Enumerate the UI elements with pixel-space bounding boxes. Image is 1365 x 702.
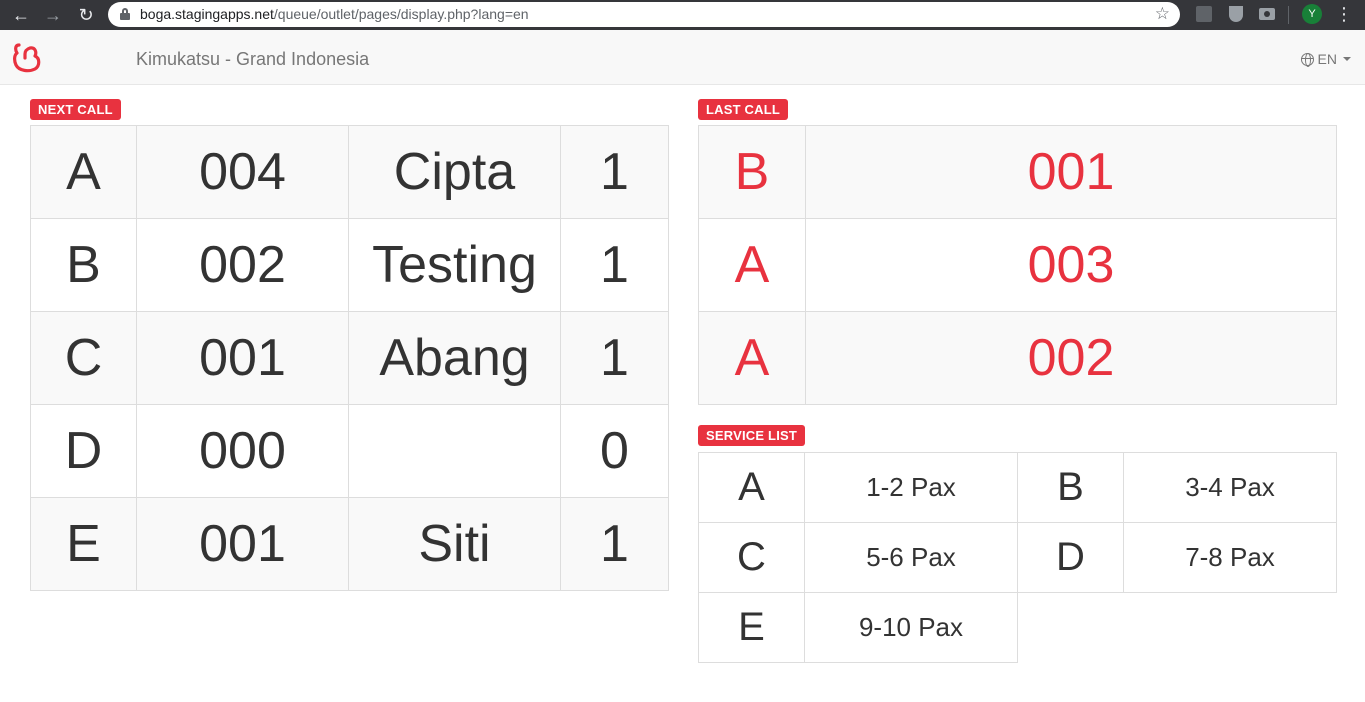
caret-down-icon — [1343, 57, 1351, 61]
forward-arrow-icon[interactable]: → — [42, 4, 64, 26]
globe-icon — [1300, 52, 1314, 67]
language-label: EN — [1317, 51, 1337, 67]
queue-number-cell: 002 — [136, 218, 349, 312]
url-host: boga.stagingapps.net — [140, 6, 274, 22]
service-desc-cell: 3-4 Pax — [1123, 452, 1337, 523]
queue-count-cell: 0 — [560, 404, 669, 498]
called-code-cell: A — [698, 311, 806, 405]
customer-name-cell: Cipta — [348, 125, 561, 219]
url-path: /queue/outlet/pages/display.php?lang=en — [273, 6, 529, 22]
table-row: C 001 Abang 1 — [30, 311, 669, 405]
next-call-label: NEXT CALL — [30, 99, 121, 120]
toolbar-divider — [1288, 6, 1289, 24]
service-code-cell: E — [698, 592, 805, 663]
queue-code-cell: B — [30, 218, 137, 312]
customer-name-cell: Testing — [348, 218, 561, 312]
queue-code-cell: D — [30, 404, 137, 498]
service-desc-cell: 9-10 Pax — [804, 592, 1018, 663]
queue-number-cell: 000 — [136, 404, 349, 498]
back-arrow-icon[interactable]: ← — [10, 4, 32, 26]
table-row: A 003 — [698, 218, 1337, 312]
queue-number-cell: 001 — [136, 311, 349, 405]
last-call-label: LAST CALL — [698, 99, 789, 120]
service-code-cell: C — [698, 522, 805, 593]
table-row: A 004 Cipta 1 — [30, 125, 669, 219]
queue-code-cell: C — [30, 311, 137, 405]
profile-avatar[interactable]: Y — [1302, 4, 1322, 24]
empty-cell — [1017, 592, 1337, 663]
reload-icon[interactable]: ↻ — [75, 4, 97, 26]
service-code-cell: A — [698, 452, 805, 523]
called-code-cell: B — [698, 125, 806, 219]
table-row: C 5-6 Pax D 7-8 Pax — [698, 522, 1337, 593]
browser-menu-icon[interactable]: ⋮ — [1335, 3, 1353, 25]
table-row: A 1-2 Pax B 3-4 Pax — [698, 452, 1337, 523]
called-number-cell: 003 — [805, 218, 1337, 312]
service-code-cell: B — [1017, 452, 1124, 523]
queue-count-cell: 1 — [560, 311, 669, 405]
service-list-table: A 1-2 Pax B 3-4 Pax C 5-6 Pax D 7-8 Pax E 9-10 Pa… — [698, 452, 1337, 663]
brand-logo-icon[interactable] — [13, 42, 41, 73]
service-desc-cell: 1-2 Pax — [804, 452, 1018, 523]
service-desc-cell: 7-8 Pax — [1123, 522, 1337, 593]
bookmark-star-icon[interactable]: ☆ — [1155, 4, 1170, 24]
customer-name-cell: Siti — [348, 497, 561, 591]
called-number-cell: 001 — [805, 125, 1337, 219]
app-navbar: Kimukatsu - Grand Indonesia EN — [0, 30, 1365, 85]
lock-icon — [120, 8, 130, 20]
address-bar[interactable]: boga.stagingapps.net/queue/outlet/pages/… — [108, 2, 1180, 27]
last-call-table: B 001 A 003 A 002 — [698, 125, 1337, 405]
service-desc-cell: 5-6 Pax — [804, 522, 1018, 593]
called-code-cell: A — [698, 218, 806, 312]
next-call-table: A 004 Cipta 1 B 002 Testing 1 C 001 Abang 1 D 000 0 E 00… — [30, 125, 669, 591]
table-row: E 9-10 Pax — [698, 592, 1337, 663]
called-number-cell: 002 — [805, 311, 1337, 405]
outlet-title[interactable]: Kimukatsu - Grand Indonesia — [136, 49, 369, 69]
table-row: A 002 — [698, 311, 1337, 405]
service-code-cell: D — [1017, 522, 1124, 593]
queue-count-cell: 1 — [560, 218, 669, 312]
queue-count-cell: 1 — [560, 497, 669, 591]
extension-icon[interactable] — [1196, 6, 1212, 22]
queue-number-cell: 004 — [136, 125, 349, 219]
queue-number-cell: 001 — [136, 497, 349, 591]
service-list-label: SERVICE LIST — [698, 425, 806, 446]
queue-code-cell: E — [30, 497, 137, 591]
table-row: B 001 — [698, 125, 1337, 219]
queue-code-cell: A — [30, 125, 137, 219]
url-text[interactable]: boga.stagingapps.net/queue/outlet/pages/… — [140, 6, 529, 23]
customer-name-cell: Abang — [348, 311, 561, 405]
table-row: D 000 0 — [30, 404, 669, 498]
browser-toolbar: ← → ↻ boga.stagingapps.net/queue/outlet/… — [0, 0, 1365, 30]
customer-name-cell — [348, 404, 561, 498]
table-row: E 001 Siti 1 — [30, 497, 669, 591]
queue-count-cell: 1 — [560, 125, 669, 219]
table-row: B 002 Testing 1 — [30, 218, 669, 312]
camera-extension-icon[interactable] — [1259, 6, 1275, 22]
shield-extension-icon[interactable] — [1228, 6, 1244, 22]
language-dropdown[interactable]: EN — [1300, 51, 1351, 67]
